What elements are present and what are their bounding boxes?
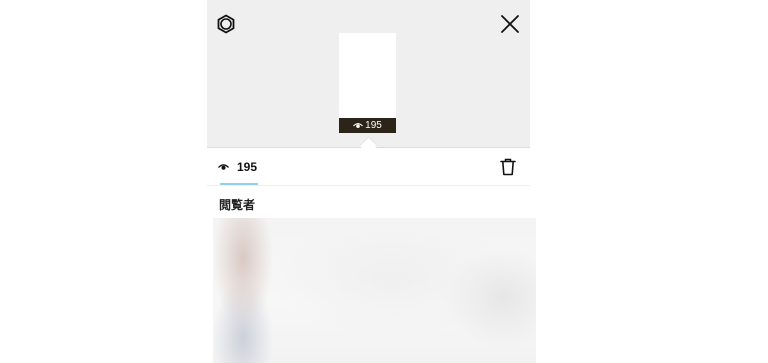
views-count: 195 bbox=[237, 159, 258, 174]
viewer-list[interactable] bbox=[213, 218, 536, 363]
story-preview-area: 195 bbox=[207, 0, 530, 155]
close-icon bbox=[501, 15, 519, 33]
settings-button[interactable] bbox=[215, 12, 237, 36]
thumbnail-view-count-bar: 195 bbox=[339, 118, 396, 133]
eye-icon bbox=[218, 163, 229, 170]
gear-icon bbox=[217, 14, 235, 34]
viewers-section-title: 閲覧者 bbox=[219, 198, 256, 212]
tab-views[interactable]: 195 bbox=[218, 148, 258, 185]
close-button[interactable] bbox=[499, 13, 521, 35]
trash-icon bbox=[500, 158, 516, 176]
active-tab-indicator bbox=[220, 183, 258, 185]
story-thumbnail[interactable]: 195 bbox=[339, 33, 396, 133]
delete-button[interactable] bbox=[498, 156, 518, 178]
tab-row: 195 bbox=[207, 148, 530, 186]
eye-icon bbox=[353, 123, 364, 128]
thumbnail-view-count: 195 bbox=[365, 120, 382, 131]
